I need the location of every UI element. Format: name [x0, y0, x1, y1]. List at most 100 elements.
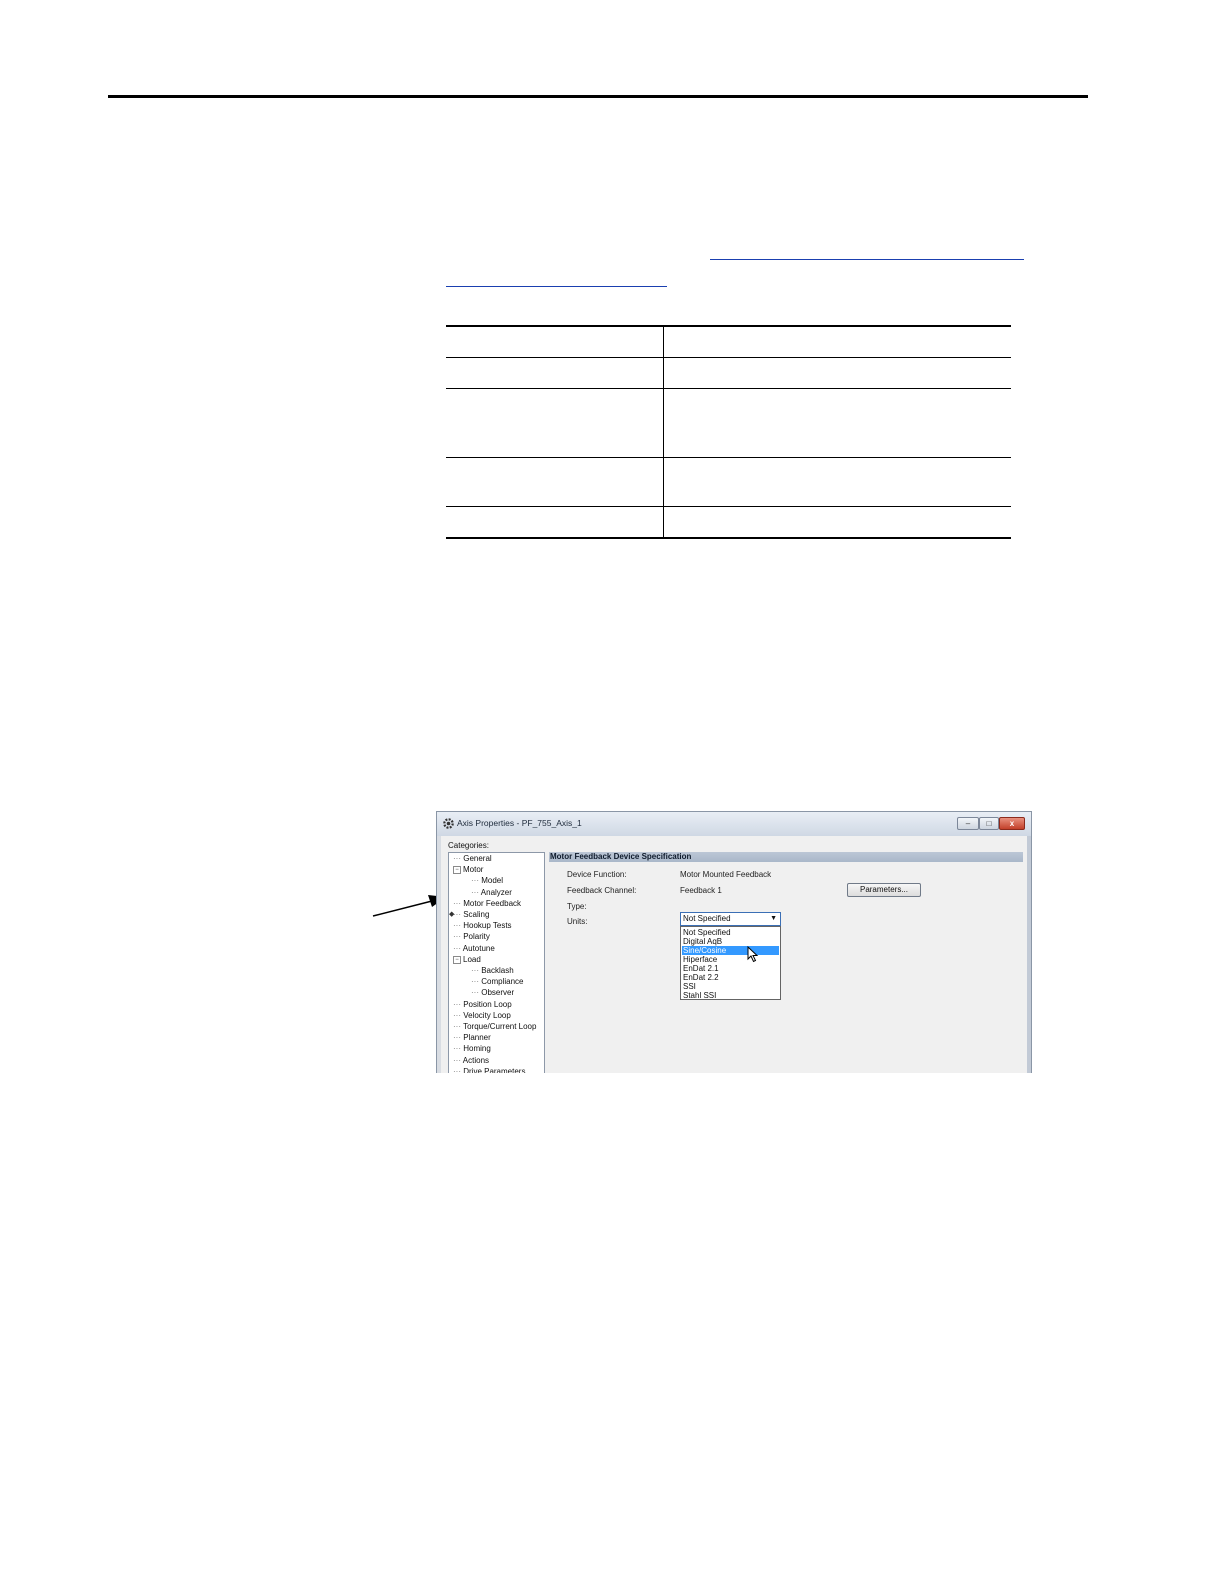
- table-bottom-rule: [446, 537, 1011, 539]
- tree-item-label: Actions: [462, 1055, 490, 1065]
- table-row-rule: [446, 388, 1011, 389]
- tree-item-label: Planner: [463, 1033, 491, 1043]
- tree-item-label: Drive Parameters: [463, 1066, 526, 1073]
- tree-connector-icon: ···: [453, 1066, 464, 1073]
- tree-item[interactable]: ··· Hookup Tests: [453, 921, 512, 931]
- tree-item[interactable]: ··· Velocity Loop: [453, 1011, 511, 1021]
- tree-item-label: Homing: [463, 1044, 491, 1054]
- tree-connector-icon: ···: [453, 1010, 464, 1020]
- tree-item[interactable]: ··· Drive Parameters: [453, 1067, 525, 1073]
- tree-connector-icon: ···: [453, 932, 464, 942]
- tree-connector-icon: ···: [471, 988, 482, 998]
- device-function-value: Motor Mounted Feedback: [680, 870, 772, 879]
- maximize-button[interactable]: □: [979, 817, 999, 830]
- link-underline-1: [710, 259, 1024, 260]
- tree-item-label: Compliance: [481, 977, 524, 987]
- tree-item[interactable]: ··· Scaling: [453, 910, 489, 920]
- tree-connector-icon: ···: [453, 999, 464, 1009]
- dropdown-option[interactable]: Sine/Cosine: [682, 946, 779, 955]
- table-column-divider: [663, 325, 664, 539]
- tree-item[interactable]: ··· Backlash: [471, 966, 514, 976]
- page-top-rule: [108, 95, 1088, 98]
- tree-connector-icon: ···: [453, 1033, 464, 1043]
- tree-connector-icon: ···: [453, 898, 464, 908]
- type-selected-value: Not Specified: [683, 914, 731, 923]
- table-row-rule: [446, 457, 1011, 458]
- tree-item-label: Velocity Loop: [463, 1010, 511, 1020]
- dropdown-option[interactable]: EnDat 2.2: [682, 973, 779, 982]
- tree-connector-icon: ···: [471, 887, 481, 897]
- dropdown-option[interactable]: Stahl SSI: [682, 991, 779, 1000]
- tree-item[interactable]: ··· Planner: [453, 1033, 491, 1043]
- close-button[interactable]: x: [999, 817, 1025, 830]
- tree-item[interactable]: − Load: [453, 955, 481, 965]
- tree-item[interactable]: − Motor: [453, 865, 483, 875]
- tree-item[interactable]: ··· Homing: [453, 1044, 491, 1054]
- dropdown-option[interactable]: Not Specified: [682, 928, 779, 937]
- dialog-client-area: Categories: ◆ ··· General − Motor ··· Model…: [441, 836, 1027, 1073]
- tree-connector-icon: ···: [453, 1044, 464, 1054]
- tree-item-label: Position Loop: [463, 999, 512, 1009]
- tree-item[interactable]: ··· Motor Feedback: [453, 899, 521, 909]
- feedback-channel-label: Feedback Channel:: [567, 886, 637, 895]
- link-underline-2: [446, 286, 667, 287]
- tree-item-label: Autotune: [462, 943, 495, 953]
- document-table: [446, 325, 1011, 539]
- tree-item-label: Polarity: [463, 932, 490, 942]
- dropdown-option[interactable]: Hiperface: [682, 955, 779, 964]
- tree-item[interactable]: ··· Analyzer: [471, 888, 512, 898]
- tree-item-label: General: [463, 854, 492, 863]
- minimize-button[interactable]: –: [957, 817, 979, 830]
- chevron-down-icon[interactable]: ▼: [770, 915, 777, 922]
- collapse-icon[interactable]: −: [453, 955, 461, 964]
- motor-feedback-panel: Motor Feedback Device Specification Devi…: [549, 852, 1023, 1073]
- tree-connector-icon: ···: [453, 1055, 463, 1065]
- window-right-edge: [1027, 836, 1031, 1073]
- tree-item-label: Scaling: [463, 910, 490, 919]
- tree-connector-icon: ···: [453, 1022, 464, 1031]
- collapse-icon[interactable]: −: [453, 866, 461, 875]
- dropdown-option[interactable]: Digital AqB: [682, 937, 779, 946]
- tree-connector-icon: ···: [471, 977, 482, 987]
- tree-item[interactable]: ··· Actions: [453, 1056, 489, 1066]
- tree-item[interactable]: ··· Observer: [471, 988, 514, 998]
- gear-icon: [443, 818, 454, 829]
- tree-item-label: Torque/Current Loop: [463, 1022, 537, 1031]
- tree-item[interactable]: ··· Model: [471, 876, 503, 886]
- tree-item[interactable]: ··· Polarity: [453, 932, 490, 942]
- categories-tree[interactable]: ◆ ··· General − Motor ··· Model ··· Analyzer…: [448, 852, 545, 1073]
- tree-item[interactable]: ··· General: [453, 854, 492, 864]
- title-bar[interactable]: Axis Properties - PF_755_Axis_1 – □ x: [437, 812, 1031, 836]
- tree-item[interactable]: ··· Torque/Current Loop: [453, 1022, 536, 1032]
- tree-connector-icon: ···: [453, 921, 464, 931]
- tree-item[interactable]: ··· Compliance: [471, 977, 523, 987]
- tree-item-label: Analyzer: [480, 887, 512, 897]
- parameters-button[interactable]: Parameters...: [847, 883, 921, 897]
- units-label: Units:: [567, 917, 588, 926]
- dropdown-option[interactable]: SSI: [682, 982, 779, 991]
- tree-item-label: Observer: [481, 988, 515, 998]
- type-dropdown-list[interactable]: Not Specified Digital AqB Sine/Cosine Hiper…: [680, 926, 781, 1000]
- tree-item[interactable]: ··· Position Loop: [453, 1000, 512, 1010]
- tree-connector-icon: ···: [471, 876, 482, 886]
- tree-item-label: Motor: [463, 865, 484, 875]
- type-dropdown[interactable]: Not Specified ▼: [680, 912, 781, 926]
- categories-label: Categories:: [448, 841, 489, 850]
- table-row-rule: [446, 506, 1011, 507]
- tree-item[interactable]: ··· Autotune: [453, 944, 495, 954]
- tree-item-label: Hookup Tests: [463, 921, 512, 931]
- section-header: Motor Feedback Device Specification: [549, 852, 1023, 862]
- type-label: Type:: [567, 902, 587, 911]
- tree-item-label: Motor Feedback: [463, 898, 522, 908]
- window-title: Axis Properties - PF_755_Axis_1: [457, 818, 582, 828]
- table-header-rule: [446, 357, 1011, 358]
- feedback-channel-value: Feedback 1: [680, 886, 722, 895]
- tree-item-label: Model: [481, 876, 504, 886]
- axis-properties-window: Axis Properties - PF_755_Axis_1 – □ x Ca…: [436, 811, 1032, 1073]
- tree-connector-icon: ···: [453, 943, 463, 953]
- table-top-rule: [446, 325, 1011, 327]
- tree-connector-icon: ···: [453, 910, 464, 919]
- tree-item-label: Load: [463, 954, 481, 964]
- tree-connector-icon: ···: [453, 854, 464, 863]
- dropdown-option[interactable]: EnDat 2.1: [682, 964, 779, 973]
